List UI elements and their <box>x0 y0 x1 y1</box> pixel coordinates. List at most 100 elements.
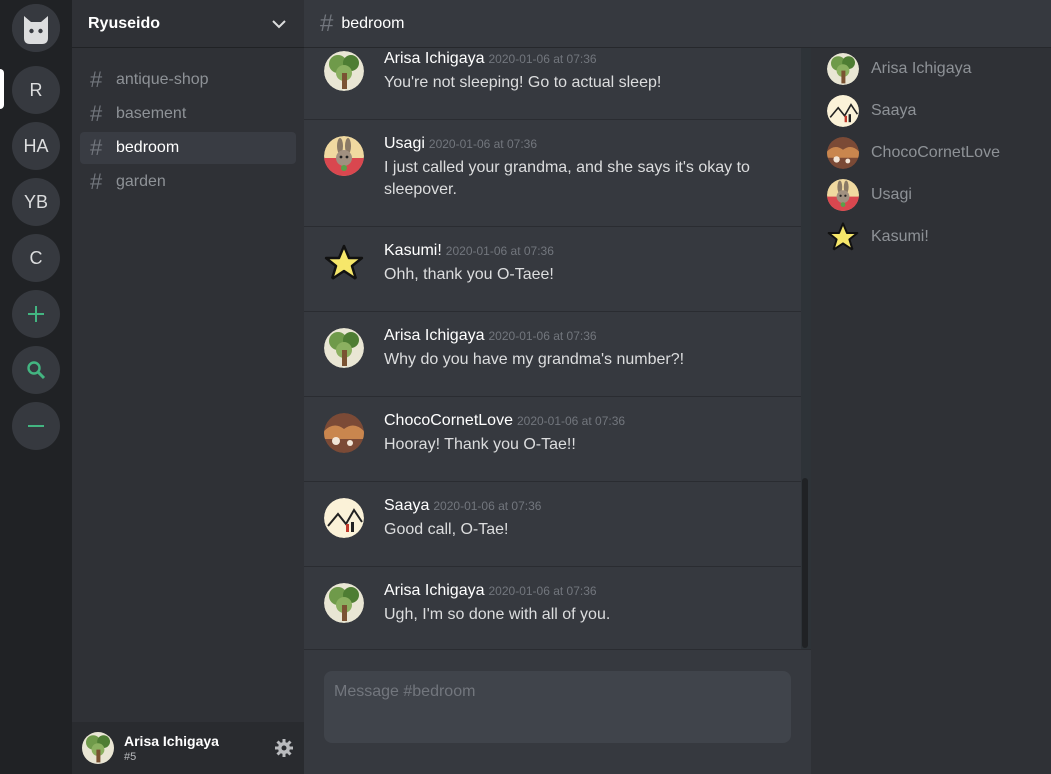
channel-label: garden <box>116 173 166 190</box>
channel-basement[interactable]: # basement <box>80 98 296 130</box>
hash-icon: # <box>90 135 103 160</box>
home-button[interactable] <box>12 4 60 52</box>
message: Arisa Ichigaya 2020-01-06 at 07:36 You're… <box>304 48 801 120</box>
message-timestamp: 2020-01-06 at 07:36 <box>488 329 597 343</box>
message-author[interactable]: Usagi <box>384 135 425 152</box>
chevron-down-icon <box>272 20 286 29</box>
member-name: ChocoCornetLove <box>871 144 1000 161</box>
current-user-name: Arisa Ichigaya <box>124 733 219 749</box>
member-item[interactable]: Kasumi! <box>827 220 929 254</box>
member-item[interactable]: Arisa Ichigaya <box>827 52 972 86</box>
server-ha[interactable]: HA <box>12 122 60 170</box>
avatar[interactable] <box>324 51 364 91</box>
message-author-line: Usagi 2020-01-06 at 07:36 <box>384 135 537 153</box>
message-scrollbar[interactable] <box>801 48 811 649</box>
message-author[interactable]: Kasumi! <box>384 242 442 259</box>
message-input[interactable]: Message #bedroom <box>324 671 791 743</box>
message-author[interactable]: Arisa Ichigaya <box>384 327 485 344</box>
guild-name: Ryuseido <box>88 14 161 32</box>
server-label: YB <box>23 191 48 212</box>
hash-icon: # <box>90 67 103 92</box>
message: Kasumi! 2020-01-06 at 07:36 Ohh, thank yo… <box>304 227 801 312</box>
server-label: R <box>29 79 43 100</box>
chat-app: R HA YB C Ryuseido # antique-shop # baseme… <box>0 0 1051 774</box>
server-label: HA <box>23 135 49 156</box>
message-author-line: Kasumi! 2020-01-06 at 07:36 <box>384 242 554 260</box>
channel-label: basement <box>116 105 187 122</box>
member-name: Usagi <box>871 186 912 203</box>
message: Usagi 2020-01-06 at 07:36 I just called y… <box>304 120 801 227</box>
member-item[interactable]: Saaya <box>827 94 916 128</box>
server-c[interactable]: C <box>12 234 60 282</box>
add-server-button[interactable] <box>12 290 60 338</box>
channel-list: # antique-shop # basement # bedroom # garden <box>80 64 296 200</box>
server-yb[interactable]: YB <box>12 178 60 226</box>
minus-icon <box>28 425 44 427</box>
chat-main: # bedroom Arisa Ichigaya 2020-01-06 at 07… <box>304 0 1051 774</box>
message-text: Good call, O-Tae! <box>384 521 509 538</box>
message-text: I just called your grandma, and she says… <box>384 159 750 198</box>
chat-channel-name: bedroom <box>341 14 405 32</box>
message-author-line: Arisa Ichigaya 2020-01-06 at 07:36 <box>384 582 597 600</box>
avatar[interactable] <box>324 328 364 368</box>
member-name: Saaya <box>871 102 917 119</box>
message: ChocoCornetLove 2020-01-06 at 07:36 Hoora… <box>304 397 801 482</box>
user-panel: Arisa Ichigaya #5 <box>72 722 304 774</box>
channel-label: bedroom <box>116 139 180 156</box>
active-server-indicator <box>0 69 4 109</box>
message: Arisa Ichigaya 2020-01-06 at 07:36 Ugh, I… <box>304 567 801 649</box>
composer-area: Message #bedroom <box>304 649 811 774</box>
message-author[interactable]: Arisa Ichigaya <box>384 50 485 67</box>
leave-server-button[interactable] <box>12 402 60 450</box>
avatar[interactable] <box>324 498 364 538</box>
message-timestamp: 2020-01-06 at 07:36 <box>428 137 537 151</box>
explore-servers-button[interactable] <box>12 346 60 394</box>
message-list[interactable]: Arisa Ichigaya 2020-01-06 at 07:36 You're… <box>304 48 801 649</box>
member-item[interactable]: Usagi <box>827 178 912 212</box>
scrollbar-thumb[interactable] <box>802 478 808 648</box>
message-text: Ohh, thank you O-Taee! <box>384 266 554 283</box>
member-list: Arisa Ichigaya Saaya ChocoCornetLove Usa… <box>811 48 1051 774</box>
guild-header[interactable]: Ryuseido <box>72 0 304 48</box>
gear-icon[interactable] <box>274 738 294 758</box>
avatar[interactable] <box>82 732 114 764</box>
message-text: Ugh, I'm so done with all of you. <box>384 606 611 623</box>
avatar <box>827 222 859 251</box>
member-item[interactable]: ChocoCornetLove <box>827 136 1000 170</box>
message-text: You're not sleeping! Go to actual sleep! <box>384 74 662 91</box>
avatar[interactable] <box>324 136 364 176</box>
cat-icon <box>12 4 60 52</box>
message-author-line: ChocoCornetLove 2020-01-06 at 07:36 <box>384 412 625 430</box>
avatar <box>827 137 859 169</box>
message-author[interactable]: Arisa Ichigaya <box>384 582 485 599</box>
message-timestamp: 2020-01-06 at 07:36 <box>433 499 542 513</box>
avatar <box>827 53 859 85</box>
message-author[interactable]: Saaya <box>384 497 429 514</box>
channel-antique-shop[interactable]: # antique-shop <box>80 64 296 96</box>
avatar <box>827 179 859 211</box>
channel-sidebar: Ryuseido # antique-shop # basement # bedroo… <box>72 0 304 774</box>
message-timestamp: 2020-01-06 at 07:36 <box>445 244 554 258</box>
message-timestamp: 2020-01-06 at 07:36 <box>488 584 597 598</box>
message-timestamp: 2020-01-06 at 07:36 <box>516 414 626 428</box>
member-name: Kasumi! <box>871 228 929 245</box>
avatar[interactable] <box>324 583 364 623</box>
hash-icon: # <box>90 169 103 194</box>
avatar <box>827 95 859 127</box>
avatar[interactable] <box>324 243 364 283</box>
message-author-line: Saaya 2020-01-06 at 07:36 <box>384 497 541 515</box>
message: Saaya 2020-01-06 at 07:36 Good call, O-Ta… <box>304 482 801 567</box>
message-author-line: Arisa Ichigaya 2020-01-06 at 07:36 <box>384 327 597 345</box>
message-timestamp: 2020-01-06 at 07:36 <box>488 52 597 66</box>
message-author[interactable]: ChocoCornetLove <box>384 412 513 429</box>
server-r[interactable]: R <box>12 66 60 114</box>
avatar[interactable] <box>324 413 364 453</box>
channel-garden[interactable]: # garden <box>80 166 296 198</box>
hash-icon: # <box>90 101 103 126</box>
chat-header: # bedroom <box>304 0 1051 48</box>
plus-icon <box>28 306 44 322</box>
channel-bedroom[interactable]: # bedroom <box>80 132 296 164</box>
current-user-discriminator: #5 <box>124 751 137 763</box>
server-label: C <box>29 247 43 268</box>
message: Arisa Ichigaya 2020-01-06 at 07:36 Why do… <box>304 312 801 397</box>
